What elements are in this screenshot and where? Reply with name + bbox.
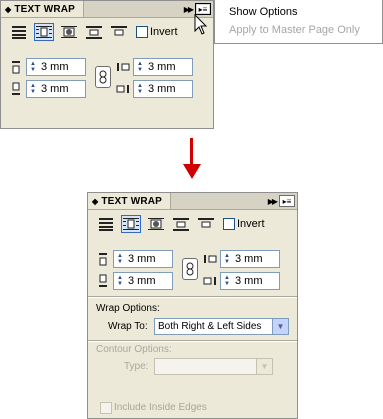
expand-panel-icon[interactable]: ▶▶ xyxy=(184,5,194,14)
left-offset-icon xyxy=(116,59,130,75)
left-offset-icon xyxy=(203,251,217,267)
contour-options-heading: Contour Options: xyxy=(96,344,172,355)
panel-menu-button[interactable]: ▸≡ xyxy=(279,195,295,207)
invert-label: Invert xyxy=(150,26,178,38)
wrap-to-label: Wrap To: xyxy=(108,321,148,332)
collapse-diamond-icon[interactable]: ◆ xyxy=(5,5,11,14)
no-wrap-icon[interactable] xyxy=(9,23,29,41)
bottom-offset-icon xyxy=(96,273,110,289)
left-offset-field[interactable]: ▲ ▼ 3 mm xyxy=(220,250,280,268)
spinner-arrows-icon[interactable]: ▲ ▼ xyxy=(114,275,125,287)
include-inside-edges-checkbox[interactable] xyxy=(100,402,112,414)
chain-link-icon xyxy=(186,262,194,276)
top-offset-icon xyxy=(96,251,110,267)
panel-titlebar: ◆ TEXT WRAP ▶▶ ▸≡ xyxy=(1,1,213,18)
spinner-arrows-icon[interactable]: ▲ ▼ xyxy=(134,61,145,73)
menu-item-apply-master[interactable]: Apply to Master Page Only xyxy=(229,24,360,36)
right-offset-field[interactable]: ▲ ▼ 3 mm xyxy=(133,80,193,98)
right-offset-icon xyxy=(116,81,130,97)
invert-checkbox[interactable] xyxy=(136,26,148,38)
invert-label: Invert xyxy=(237,218,265,230)
menu-item-show-options[interactable]: Show Options xyxy=(229,6,297,18)
no-wrap-icon[interactable] xyxy=(96,215,116,233)
text-wrap-panel-top: ◆ TEXT WRAP ▶▶ ▸≡ Invert ▲ ▼ 3 mm ▲ ▼ 3 … xyxy=(0,0,214,129)
bottom-offset-field[interactable]: ▲ ▼ 3 mm xyxy=(26,80,86,98)
invert-checkbox[interactable] xyxy=(223,218,235,230)
spinner-arrows-icon[interactable]: ▲ ▼ xyxy=(114,253,125,265)
collapse-diamond-icon[interactable]: ◆ xyxy=(92,197,98,206)
spinner-arrows-icon[interactable]: ▲ ▼ xyxy=(27,61,38,73)
link-offsets-button[interactable] xyxy=(95,66,111,88)
text-wrap-panel-bottom: ◆ TEXT WRAP ▶▶ ▸≡ Invert ▲ ▼ 3 mm ▲ ▼ 3 … xyxy=(87,192,298,419)
panel-menu-icon: ▸≡ xyxy=(198,4,208,14)
chevron-down-icon[interactable]: ▼ xyxy=(272,319,288,334)
chevron-down-icon[interactable]: ▼ xyxy=(256,359,272,374)
wrap-bounding-box-icon[interactable] xyxy=(34,23,54,41)
section-divider xyxy=(88,296,297,298)
panel-titlebar: ◆ TEXT WRAP ▶▶ ▸≡ xyxy=(88,193,297,210)
wrap-options-heading: Wrap Options: xyxy=(96,303,160,314)
spinner-arrows-icon[interactable]: ▲ ▼ xyxy=(221,253,232,265)
right-offset-icon xyxy=(203,273,217,289)
top-offset-field[interactable]: ▲ ▼ 3 mm xyxy=(113,250,173,268)
spinner-arrows-icon[interactable]: ▲ ▼ xyxy=(27,83,38,95)
include-inside-edges-label: Include Inside Edges xyxy=(114,402,207,413)
link-offsets-button[interactable] xyxy=(182,258,198,280)
jump-next-column-icon[interactable] xyxy=(196,215,216,233)
wrap-to-select[interactable]: Both Right & Left Sides ▼ xyxy=(154,318,289,335)
spinner-arrows-icon[interactable]: ▲ ▼ xyxy=(134,83,145,95)
chain-link-icon xyxy=(99,70,107,84)
contour-type-select[interactable]: ▼ xyxy=(154,358,273,375)
wrap-object-shape-icon[interactable] xyxy=(59,23,79,41)
panel-menu-icon: ▸≡ xyxy=(282,196,292,206)
bottom-offset-icon xyxy=(9,81,23,97)
top-offset-field[interactable]: ▲ ▼ 3 mm xyxy=(26,58,86,76)
jump-object-icon[interactable] xyxy=(84,23,104,41)
spinner-arrows-icon[interactable]: ▲ ▼ xyxy=(221,275,232,287)
jump-object-icon[interactable] xyxy=(171,215,191,233)
panel-tab[interactable]: ◆ TEXT WRAP xyxy=(88,193,172,209)
bottom-offset-field[interactable]: ▲ ▼ 3 mm xyxy=(113,272,173,290)
wrap-bounding-box-icon[interactable] xyxy=(121,215,141,233)
panel-title: TEXT WRAP xyxy=(14,3,76,15)
mouse-cursor-icon xyxy=(194,14,208,35)
wrap-object-shape-icon[interactable] xyxy=(146,215,166,233)
panel-tab[interactable]: ◆ TEXT WRAP xyxy=(1,1,85,17)
top-offset-icon xyxy=(9,59,23,75)
panel-flyout-menu: Show Options Apply to Master Page Only xyxy=(214,0,383,44)
jump-next-column-icon[interactable] xyxy=(109,23,129,41)
panel-title: TEXT WRAP xyxy=(101,195,163,207)
left-offset-field[interactable]: ▲ ▼ 3 mm xyxy=(133,58,193,76)
down-arrow-icon xyxy=(183,138,201,179)
expand-panel-icon[interactable]: ▶▶ xyxy=(268,197,278,206)
section-divider xyxy=(88,340,297,342)
type-label: Type: xyxy=(124,361,149,372)
right-offset-field[interactable]: ▲ ▼ 3 mm xyxy=(220,272,280,290)
